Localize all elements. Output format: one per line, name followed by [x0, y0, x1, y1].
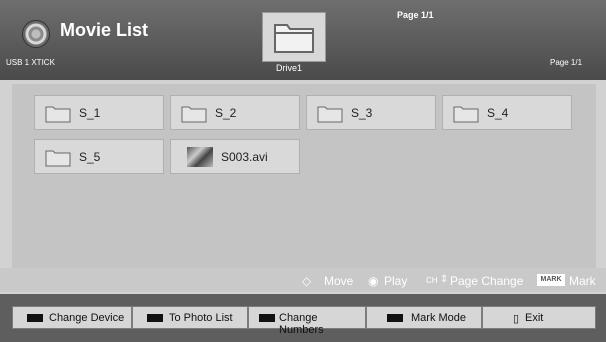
exit-button[interactable]: ▯ Exit	[482, 306, 596, 329]
mark-key-icon: MARK	[537, 274, 565, 286]
blue-button-icon	[387, 314, 403, 322]
move-label: Move	[324, 274, 354, 288]
folder-icon	[45, 106, 71, 123]
move-icon: ◇	[302, 274, 312, 288]
folder-item-s5[interactable]: S_5	[34, 139, 164, 174]
exit-icon: ▯	[513, 313, 520, 325]
red-button-icon	[27, 314, 43, 322]
button-label: Exit	[525, 312, 544, 324]
movie-disc-icon	[22, 20, 50, 48]
content-grid: S_1 S_2 S_3 S_4 S_5 S003.avi	[12, 84, 596, 268]
help-bar: ◇ Move ◉ Play CH ⇕ Page Change MARK Mark	[0, 268, 606, 292]
item-label: S_3	[351, 106, 373, 120]
yellow-button-icon	[259, 314, 275, 322]
ch-arrows-icon: ⇕	[440, 274, 449, 285]
item-label: S_4	[487, 106, 509, 120]
folder-item-s4[interactable]: S_4	[442, 95, 572, 130]
item-label: S_1	[79, 106, 101, 120]
page-indicator-top: Page 1/1	[397, 10, 434, 20]
item-label: S003.avi	[221, 150, 268, 164]
folder-icon	[274, 24, 314, 53]
drive-label: Drive1	[276, 63, 303, 73]
button-label: To Photo List	[169, 312, 233, 324]
ch-prefix: CH	[426, 276, 438, 285]
page-change-label: Page Change	[450, 274, 524, 288]
to-photo-list-button[interactable]: To Photo List	[132, 306, 248, 329]
movie-list-screen: Movie List USB 1 XTICK Drive1 Page 1/1 P…	[0, 0, 606, 342]
folder-icon	[181, 106, 207, 123]
header: Movie List USB 1 XTICK Drive1 Page 1/1 P…	[0, 0, 606, 80]
folder-icon	[317, 106, 343, 123]
play-icon: ◉	[368, 274, 379, 288]
button-bar: Change Device To Photo List Change Numbe…	[0, 294, 606, 342]
mark-label: Mark	[569, 274, 596, 288]
video-file-item[interactable]: S003.avi	[170, 139, 300, 174]
drive-folder-icon[interactable]	[262, 12, 326, 62]
video-thumbnail	[187, 147, 213, 167]
item-label: S_2	[215, 106, 237, 120]
button-label: Change Device	[49, 312, 125, 324]
item-label: S_5	[79, 150, 101, 164]
button-label: Mark Mode	[411, 312, 467, 324]
mark-mode-button[interactable]: Mark Mode	[366, 306, 482, 329]
folder-item-s1[interactable]: S_1	[34, 95, 164, 130]
folder-item-s3[interactable]: S_3	[306, 95, 436, 130]
folder-item-s2[interactable]: S_2	[170, 95, 300, 130]
folder-icon	[453, 106, 479, 123]
button-label: Change Numbers	[279, 312, 324, 336]
folder-icon	[45, 150, 71, 167]
device-label: USB 1 XTICK	[6, 58, 55, 67]
change-device-button[interactable]: Change Device	[12, 306, 132, 329]
page-indicator-right: Page 1/1	[550, 58, 583, 67]
play-label: Play	[384, 274, 408, 288]
page-title: Movie List	[60, 20, 149, 40]
green-button-icon	[147, 314, 163, 322]
change-numbers-button[interactable]: Change Numbers	[248, 306, 366, 336]
